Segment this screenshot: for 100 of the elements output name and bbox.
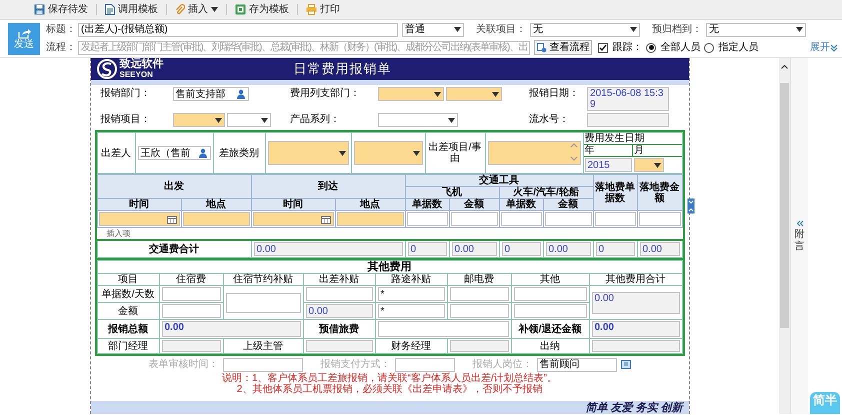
- field-label: 报销项目：: [100, 113, 152, 127]
- view-flow-button[interactable]: 查看流程: [534, 40, 592, 55]
- date-field[interactable]: [98, 212, 180, 226]
- chevron-left-icon[interactable]: [796, 220, 804, 226]
- flow-label: 流程：: [46, 40, 74, 55]
- input-field[interactable]: 0: [502, 242, 540, 256]
- input-field[interactable]: 王欣（售前: [138, 146, 210, 160]
- input-field[interactable]: 0.00: [254, 242, 402, 256]
- column-header: 其他费用合计: [589, 274, 682, 286]
- input-field[interactable]: [394, 358, 454, 372]
- input-field[interactable]: 0.00: [452, 242, 496, 256]
- input-field[interactable]: *: [378, 287, 444, 301]
- caret-icon: [211, 7, 218, 12]
- input-field[interactable]: [638, 212, 680, 226]
- input-field[interactable]: [594, 212, 636, 226]
- note-text: 2、其他体系员工机票报销，必须关联《出差申请表》，否则不予报销: [236, 384, 542, 395]
- scrollbar[interactable]: [779, 58, 790, 414]
- input-field[interactable]: 0: [596, 242, 634, 256]
- input-field[interactable]: 2015: [584, 158, 632, 172]
- print-button[interactable]: 打印: [302, 0, 344, 18]
- dropdown[interactable]: 无: [530, 22, 640, 36]
- input-field[interactable]: [162, 304, 220, 318]
- column-header: 单据数: [499, 198, 543, 210]
- input-field[interactable]: [306, 287, 372, 301]
- input-field[interactable]: [514, 304, 586, 318]
- field-label: 流水号：: [529, 113, 570, 127]
- caret-icon: [492, 92, 499, 96]
- row-label: 交通费合计: [97, 240, 251, 258]
- input-field[interactable]: 0.00: [162, 321, 300, 337]
- input-field[interactable]: [162, 287, 220, 301]
- column-header: 月: [632, 144, 682, 156]
- printer-icon: [306, 4, 317, 15]
- calendar-icon: [320, 214, 330, 224]
- dropdown[interactable]: [446, 87, 502, 101]
- input-field[interactable]: 0.00: [306, 304, 372, 318]
- person-icon[interactable]: [198, 148, 208, 158]
- row-label: 出纳: [511, 338, 589, 354]
- expand-button[interactable]: 展开: [810, 42, 838, 52]
- input-field[interactable]: *: [378, 304, 444, 318]
- scrollbar-thumb[interactable]: [780, 83, 789, 328]
- input-field[interactable]: 0.00: [592, 321, 680, 337]
- input-field[interactable]: [500, 212, 542, 226]
- input-field[interactable]: 0: [408, 242, 446, 256]
- insert-menu-button[interactable]: 插入: [171, 0, 222, 18]
- input-field[interactable]: [406, 212, 448, 226]
- note-text: 说明：1、客户体系员工差旅报销，请关联“客户体系人员出差/计划总结表”。: [222, 373, 557, 384]
- input-field[interactable]: 售前顾问: [536, 358, 616, 372]
- input-field[interactable]: [450, 212, 498, 226]
- picker-icon[interactable]: [620, 360, 630, 369]
- date-field[interactable]: [252, 212, 334, 226]
- dropdown[interactable]: [634, 158, 664, 172]
- input-field[interactable]: (出差人)-(报销总额): [78, 22, 398, 36]
- person-icon[interactable]: [236, 89, 246, 99]
- input-field[interactable]: [514, 287, 586, 301]
- caret-icon: [654, 162, 660, 168]
- input-field[interactable]: [226, 292, 300, 312]
- column-header: 年: [584, 144, 632, 156]
- input-field[interactable]: [378, 321, 508, 337]
- scroll-up-icon[interactable]: [781, 64, 788, 69]
- caret-icon: [260, 118, 268, 122]
- radio-label: 全部人员: [660, 40, 700, 55]
- resize-icon[interactable]: [686, 198, 694, 214]
- column-header: 住宿节约补贴: [223, 274, 303, 286]
- dropdown[interactable]: [226, 113, 270, 127]
- input-field[interactable]: 2015-06-08 15:39: [587, 87, 670, 111]
- save-draft-button[interactable]: 保存待发: [30, 0, 92, 18]
- input-field[interactable]: [222, 358, 302, 372]
- radio-button[interactable]: [704, 42, 714, 52]
- insert-link[interactable]: 插入项: [106, 229, 130, 238]
- caret-icon: [214, 118, 222, 122]
- column-header: 住宿费: [159, 274, 223, 286]
- dropdown[interactable]: 无: [706, 22, 806, 36]
- chevron-down-icon: [830, 44, 838, 52]
- input-field[interactable]: [587, 113, 670, 127]
- side-panel-label[interactable]: 附言: [794, 228, 804, 252]
- input-field[interactable]: 0.00: [546, 242, 590, 256]
- input-field[interactable]: [182, 212, 250, 226]
- input-field[interactable]: [450, 340, 508, 352]
- caret-icon: [412, 150, 420, 156]
- input-field[interactable]: [450, 287, 508, 301]
- input-field[interactable]: [306, 340, 372, 352]
- template-button[interactable]: 调用模板: [101, 0, 162, 18]
- caret-icon: [338, 150, 346, 156]
- save-template-button[interactable]: 存为模板: [231, 0, 293, 18]
- checkbox[interactable]: [598, 42, 608, 52]
- input-field[interactable]: 0.00: [640, 242, 680, 256]
- radio-button[interactable]: [646, 42, 656, 52]
- spinner-icon: [570, 142, 578, 162]
- input-field[interactable]: [592, 340, 680, 352]
- input-field[interactable]: 售前支持部: [172, 87, 248, 101]
- input-field[interactable]: 0.00: [592, 292, 680, 314]
- dropdown[interactable]: [172, 113, 224, 127]
- input-field[interactable]: [336, 212, 404, 226]
- input-field[interactable]: [544, 212, 592, 226]
- dropdown[interactable]: 普通: [402, 22, 464, 36]
- row-label: 财务经理: [375, 338, 447, 354]
- input-field[interactable]: [162, 340, 220, 352]
- input-field[interactable]: [450, 304, 508, 318]
- column-header: 时间: [251, 198, 335, 210]
- text-area[interactable]: [488, 141, 580, 165]
